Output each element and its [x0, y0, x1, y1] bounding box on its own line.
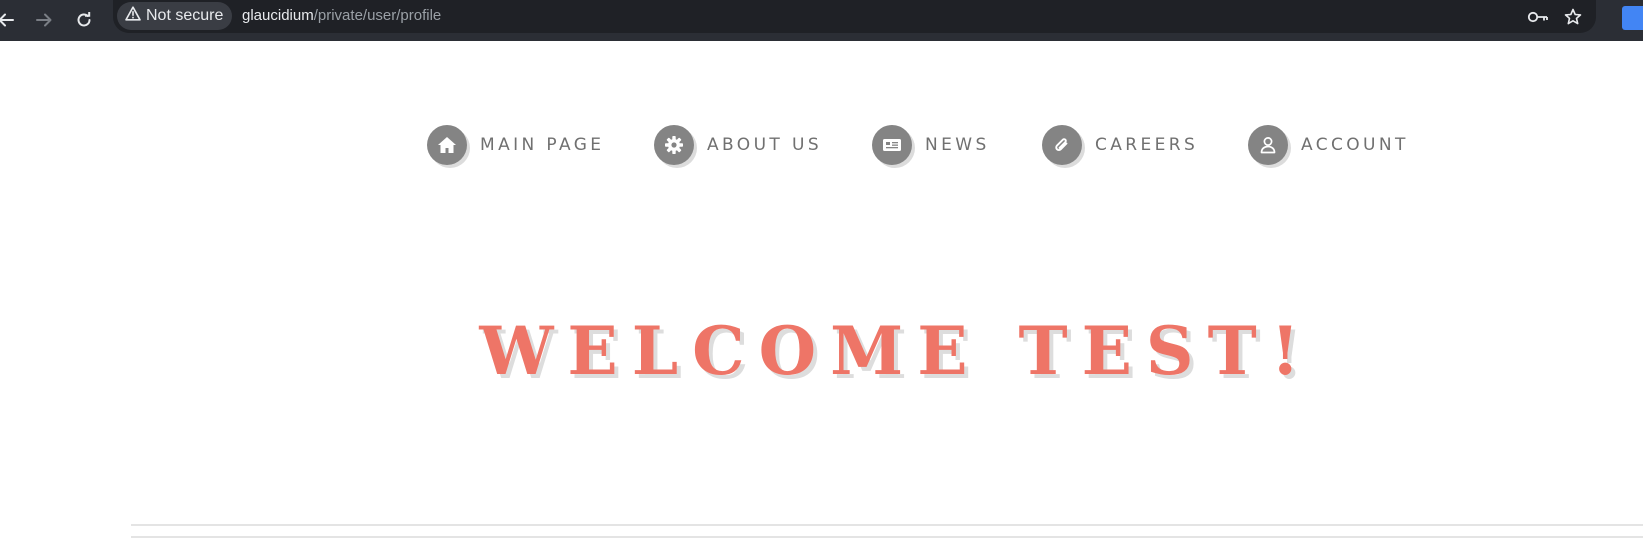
nav-label-careers: CAREERS: [1095, 135, 1199, 155]
forward-arrow-icon[interactable]: [28, 4, 60, 36]
reload-icon[interactable]: [68, 4, 100, 36]
nav-label-news: NEWS: [925, 135, 990, 155]
nav-label-account: ACCOUNT: [1301, 135, 1409, 155]
nav-item-careers[interactable]: CAREERS: [1042, 123, 1198, 167]
nav-item-account[interactable]: ACCOUNT: [1248, 123, 1409, 167]
nav-item-main-page[interactable]: MAIN PAGE: [427, 123, 604, 167]
star-icon[interactable]: [1561, 5, 1585, 29]
paperclip-icon: [1042, 125, 1082, 165]
main-navigation: MAIN PAGE ABOUT US NEWS CAREERS ACCOUNT: [0, 123, 1643, 167]
nav-item-news[interactable]: NEWS: [872, 123, 990, 167]
user-icon: [1248, 125, 1288, 165]
nav-label-main-page: MAIN PAGE: [480, 135, 605, 155]
translate-icon[interactable]: [1622, 6, 1643, 30]
url-host: glaucidium: [242, 7, 314, 24]
back-arrow-icon[interactable]: [0, 4, 22, 36]
welcome-heading: WELCOME TEST!: [479, 312, 1314, 390]
key-icon[interactable]: [1526, 5, 1550, 29]
section-divider: [131, 536, 1643, 538]
warning-icon: [125, 6, 141, 26]
browser-toolbar: Not secure glaucidium/private/user/profi…: [0, 0, 1643, 41]
security-indicator[interactable]: Not secure: [117, 2, 233, 30]
nav-label-about-us: ABOUT US: [707, 135, 823, 155]
gear-icon: [654, 125, 694, 165]
security-label: Not secure: [146, 7, 224, 24]
home-icon: [427, 125, 467, 165]
newspaper-icon: [872, 125, 912, 165]
nav-item-about-us[interactable]: ABOUT US: [654, 123, 822, 167]
section-divider: [131, 524, 1643, 526]
url-text[interactable]: glaucidium/private/user/profile: [242, 7, 441, 24]
url-path: /private/user/profile: [313, 7, 442, 24]
